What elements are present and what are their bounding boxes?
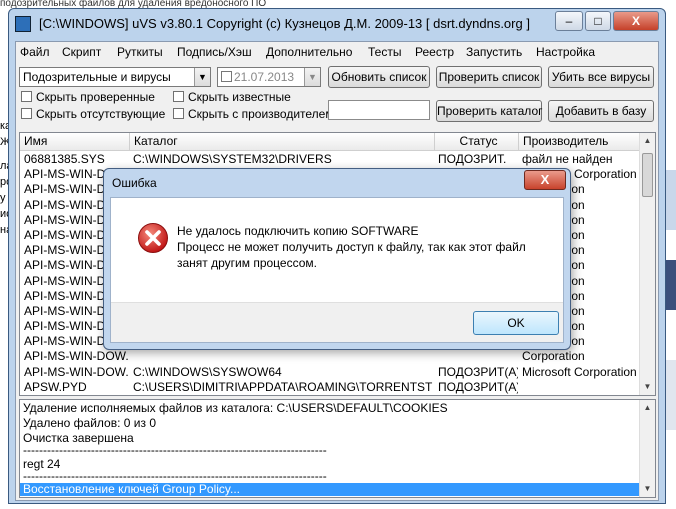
checkbox-box (21, 91, 32, 102)
chevron-down-icon: ▼ (194, 68, 210, 86)
cell-status: ПОДОЗРИТ(A) (438, 364, 518, 379)
cell-directory: C:\USERS\DIMITRI\APPDATA\ROAMING\TORRENT… (133, 379, 433, 394)
menu-script[interactable]: Скрипт (62, 45, 101, 59)
column-vendor[interactable]: Производитель (519, 133, 640, 151)
error-dialog: Ошибка X Не удалось подключить копию SOF… (103, 168, 571, 350)
dialog-close-button[interactable]: X (524, 170, 566, 190)
maximize-button[interactable]: □ (585, 11, 611, 31)
kill-all-viruses-button[interactable]: Убить все вирусы (548, 66, 654, 88)
filter-select[interactable]: Подозрительные и вирусы ▼ (19, 67, 211, 87)
app-icon (15, 16, 31, 32)
chevron-down-icon: ▼ (304, 68, 320, 86)
error-message-line1: Не удалось подключить копию SOFTWARE (177, 224, 419, 238)
search-field[interactable] (328, 100, 430, 120)
scroll-down-icon[interactable]: ▼ (640, 481, 655, 497)
column-name[interactable]: Имя (20, 133, 130, 151)
list-header: Имя Каталог Статус Производитель (20, 133, 640, 151)
column-status[interactable]: Статус (435, 133, 519, 151)
cell-status: ПОДОЗРИТ(A) (438, 395, 518, 396)
close-button[interactable]: X (613, 11, 659, 31)
ok-button[interactable]: OK (473, 311, 559, 335)
checkbox-box (173, 91, 184, 102)
check-list-button[interactable]: Проверить список (436, 66, 542, 88)
cell-name: CRYAME_AME0.PYD (24, 395, 128, 396)
error-icon (138, 223, 168, 253)
date-picker[interactable]: 21.07.2013 ▼ (217, 67, 321, 87)
cell-directory: C:\WINDOWS\SYSTEM32\DRIVERS (133, 152, 332, 166)
cell-status: ПОДОЗРИТ(A) (438, 379, 518, 394)
checkbox-box (173, 108, 184, 119)
filter-value: Подозрительные и вирусы (23, 70, 171, 84)
scroll-down-icon[interactable]: ▼ (640, 379, 655, 395)
date-value: 21.07.2013 (234, 70, 295, 84)
list-scrollbar[interactable]: ▲ ▼ (639, 133, 655, 395)
hide-missing-checkbox[interactable]: Скрыть отсутствующие (21, 108, 165, 122)
date-checkbox[interactable] (221, 71, 232, 82)
log-panel[interactable]: Удаление исполняемых файлов из каталога:… (19, 399, 656, 498)
dialog-body: Не удалось подключить копию SOFTWARE Про… (110, 197, 564, 343)
log-scrollbar[interactable]: ▲ ▼ (639, 400, 655, 497)
dialog-footer: OK (111, 302, 563, 342)
cell-vendor: файл не найден (522, 152, 613, 166)
table-row[interactable]: 06881385.SYS C:\WINDOWS\SYSTEM32\DRIVERS П… (20, 152, 640, 167)
log-line: Удаление исполняемых файлов из каталога:… (23, 401, 448, 415)
minimize-button[interactable]: – (555, 11, 583, 31)
menu-registry[interactable]: Реестр (415, 45, 454, 59)
hide-with-vendor-label: Скрыть с производителем (188, 107, 334, 121)
hide-checked-checkbox[interactable]: Скрыть проверенные (21, 91, 155, 105)
scroll-thumb[interactable] (642, 153, 653, 197)
table-row[interactable]: CRYAME_AME0.PYD C:\USERS\DIMITRI\APPDATA\… (20, 395, 640, 396)
menu-tests[interactable]: Тесты (368, 45, 401, 59)
cell-status: ПОДОЗРИТ. (438, 152, 507, 166)
window-title: [C:\WINDOWS] uVS v3.80.1 Copyright (c) К… (39, 16, 530, 31)
refresh-list-button[interactable]: Обновить список (328, 66, 430, 88)
title-bar[interactable]: [C:\WINDOWS] uVS v3.80.1 Copyright (c) К… (9, 9, 665, 39)
hide-missing-label: Скрыть отсутствующие (36, 107, 166, 121)
checkbox-box (21, 108, 32, 119)
hide-known-checkbox[interactable]: Скрыть известные (173, 91, 291, 105)
table-row[interactable]: API-MS-WIN-DOW... C:\WINDOWS\SYSWOW64 ПОДО… (20, 365, 640, 380)
menu-run[interactable]: Запустить (466, 45, 522, 59)
cell-vendor: Corporation (522, 349, 585, 364)
menu-additional[interactable]: Дополнительно (266, 45, 352, 59)
check-directory-button[interactable]: Проверить каталог (436, 100, 543, 122)
log-line: Удалено файлов: 0 из 0 (23, 416, 156, 430)
menu-signature[interactable]: Подпись/Хэш (177, 45, 252, 59)
table-row[interactable]: APSW.PYD C:\USERS\DIMITRI\APPDATA\ROAMING… (20, 380, 640, 395)
dialog-title: Ошибка (112, 176, 157, 190)
cell-directory: C:\WINDOWS\SYSWOW64 (133, 364, 282, 379)
hide-with-vendor-checkbox[interactable]: Скрыть с производителем (173, 108, 334, 122)
table-row[interactable]: API-MS-WIN-DOW... Corporation (20, 349, 640, 364)
add-to-database-button[interactable]: Добавить в базу (548, 100, 654, 122)
log-separator: ----------------------------------------… (23, 443, 327, 457)
error-message-line3: занят другим процессом. (177, 256, 317, 270)
cell-name: 06881385.SYS (24, 152, 105, 166)
scroll-up-icon[interactable]: ▲ (640, 400, 655, 416)
cell-name: API-MS-WIN-DOW... (24, 364, 128, 379)
menu-settings[interactable]: Настройка (536, 45, 595, 59)
cell-name: API-MS-WIN-DOW... (24, 349, 128, 364)
menu-file[interactable]: Файл (20, 45, 50, 59)
error-message-line2: Процесс не может получить доступ к файлу… (177, 240, 526, 254)
hide-known-label: Скрыть известные (188, 90, 291, 104)
menu-rootkits[interactable]: Руткиты (117, 45, 163, 59)
log-line-selected[interactable]: Восстановление ключей Group Policy... (20, 483, 640, 496)
hide-checked-label: Скрыть проверенные (36, 90, 155, 104)
cell-name: APSW.PYD (24, 379, 87, 394)
cell-vendor: Microsoft Corporation (522, 364, 637, 379)
cell-directory: C:\USERS\DIMITRI\APPDATA\ROAMING\TORRENT… (133, 395, 433, 396)
scroll-up-icon[interactable]: ▲ (640, 133, 655, 149)
background-top-text: подозрительных файлов для удаления вредо… (0, 0, 267, 8)
menu-bar: Файл Скрипт Руткиты Подпись/Хэш Дополнит… (16, 42, 658, 62)
column-directory[interactable]: Каталог (130, 133, 435, 151)
